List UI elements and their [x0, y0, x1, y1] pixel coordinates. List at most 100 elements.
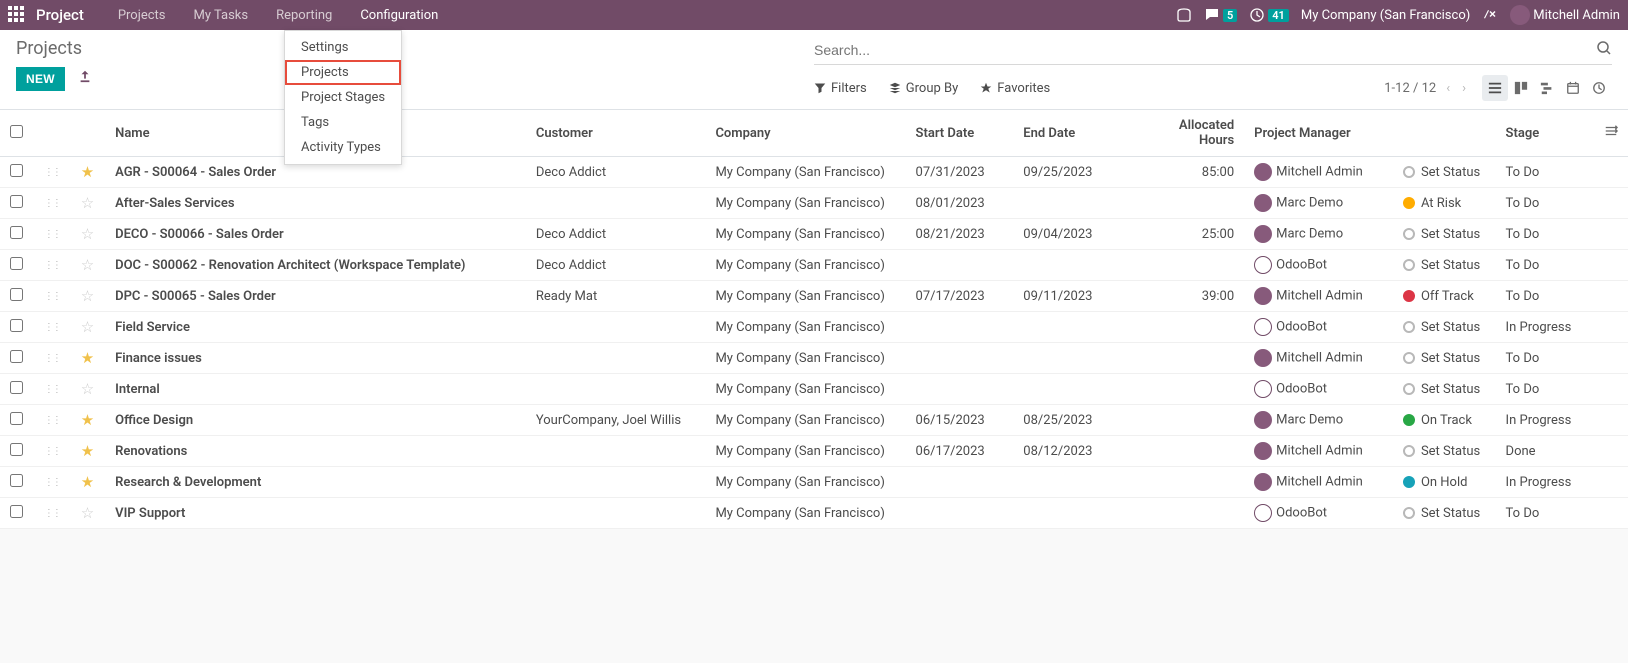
col-pm[interactable]: Project Manager	[1244, 110, 1393, 157]
filters-button[interactable]: Filters	[814, 81, 867, 96]
col-company[interactable]: Company	[705, 110, 905, 157]
row-checkbox[interactable]	[10, 164, 23, 177]
view-gantt-icon[interactable]	[1534, 75, 1560, 101]
cell-end-date[interactable]	[1013, 343, 1146, 374]
cell-end-date[interactable]: 09/04/2023	[1013, 219, 1146, 250]
cell-project-manager[interactable]: Marc Demo	[1244, 219, 1393, 250]
cell-start-date[interactable]	[906, 312, 1014, 343]
table-row[interactable]: ⋮⋮☆Field ServiceMy Company (San Francisc…	[0, 312, 1628, 343]
cell-name[interactable]: Office Design	[105, 405, 526, 436]
cell-customer[interactable]	[526, 188, 706, 219]
cell-start-date[interactable]: 08/01/2023	[906, 188, 1014, 219]
search-input[interactable]	[814, 38, 1596, 62]
cell-company[interactable]: My Company (San Francisco)	[705, 374, 905, 405]
row-checkbox[interactable]	[10, 195, 23, 208]
clock-icon[interactable]: 41	[1249, 7, 1289, 23]
cell-status[interactable]: Set Status	[1393, 374, 1496, 405]
cell-customer[interactable]	[526, 343, 706, 374]
cell-customer[interactable]	[526, 374, 706, 405]
cell-stage[interactable]: To Do	[1496, 281, 1593, 312]
row-checkbox[interactable]	[10, 443, 23, 456]
cell-company[interactable]: My Company (San Francisco)	[705, 467, 905, 498]
cell-stage[interactable]: To Do	[1496, 343, 1593, 374]
cell-status[interactable]: Set Status	[1393, 436, 1496, 467]
cell-stage[interactable]: To Do	[1496, 219, 1593, 250]
cell-start-date[interactable]: 07/17/2023	[906, 281, 1014, 312]
cell-hours[interactable]: 85:00	[1147, 157, 1244, 188]
cell-customer[interactable]	[526, 498, 706, 529]
cell-name[interactable]: Finance issues	[105, 343, 526, 374]
cell-company[interactable]: My Company (San Francisco)	[705, 498, 905, 529]
cell-stage[interactable]: Done	[1496, 436, 1593, 467]
cell-hours[interactable]	[1147, 312, 1244, 343]
apps-icon[interactable]	[8, 6, 26, 24]
table-row[interactable]: ⋮⋮★RenovationsMy Company (San Francisco)…	[0, 436, 1628, 467]
star-toggle[interactable]: ☆	[71, 374, 105, 405]
cell-stage[interactable]: In Progress	[1496, 467, 1593, 498]
dropdown-item-project-stages[interactable]: Project Stages	[285, 85, 401, 110]
star-toggle[interactable]: ★	[71, 467, 105, 498]
cell-end-date[interactable]: 09/11/2023	[1013, 281, 1146, 312]
drag-handle-icon[interactable]: ⋮⋮	[44, 198, 60, 209]
cell-hours[interactable]	[1147, 188, 1244, 219]
view-list-icon[interactable]	[1482, 75, 1508, 101]
cell-project-manager[interactable]: OdooBot	[1244, 374, 1393, 405]
star-toggle[interactable]: ★	[71, 157, 105, 188]
star-toggle[interactable]: ☆	[71, 498, 105, 529]
cell-name[interactable]: Research & Development	[105, 467, 526, 498]
star-toggle[interactable]: ☆	[71, 281, 105, 312]
table-row[interactable]: ⋮⋮☆DOC - S00062 - Renovation Architect (…	[0, 250, 1628, 281]
upload-icon[interactable]	[78, 69, 92, 86]
cell-company[interactable]: My Company (San Francisco)	[705, 250, 905, 281]
cell-project-manager[interactable]: Marc Demo	[1244, 405, 1393, 436]
cell-company[interactable]: My Company (San Francisco)	[705, 343, 905, 374]
cell-end-date[interactable]	[1013, 312, 1146, 343]
star-toggle[interactable]: ★	[71, 405, 105, 436]
table-row[interactable]: ⋮⋮★AGR - S00064 - Sales OrderDeco Addict…	[0, 157, 1628, 188]
table-row[interactable]: ⋮⋮☆InternalMy Company (San Francisco)Odo…	[0, 374, 1628, 405]
cell-start-date[interactable]	[906, 498, 1014, 529]
cell-start-date[interactable]	[906, 250, 1014, 281]
chat-icon[interactable]: 5	[1204, 7, 1237, 23]
star-toggle[interactable]: ★	[71, 436, 105, 467]
row-checkbox[interactable]	[10, 257, 23, 270]
user-menu[interactable]: Mitchell Admin	[1510, 5, 1620, 25]
drag-handle-icon[interactable]: ⋮⋮	[44, 229, 60, 240]
drag-handle-icon[interactable]: ⋮⋮	[44, 353, 60, 364]
cell-hours[interactable]	[1147, 498, 1244, 529]
cell-end-date[interactable]	[1013, 498, 1146, 529]
cell-project-manager[interactable]: Mitchell Admin	[1244, 467, 1393, 498]
cell-project-manager[interactable]: Mitchell Admin	[1244, 281, 1393, 312]
cell-start-date[interactable]: 07/31/2023	[906, 157, 1014, 188]
cell-stage[interactable]: To Do	[1496, 157, 1593, 188]
cell-status[interactable]: On Hold	[1393, 467, 1496, 498]
cell-end-date[interactable]	[1013, 188, 1146, 219]
cell-start-date[interactable]	[906, 467, 1014, 498]
col-hours[interactable]: Allocated Hours	[1147, 110, 1244, 157]
cell-stage[interactable]: In Progress	[1496, 312, 1593, 343]
star-toggle[interactable]: ☆	[71, 188, 105, 219]
optional-columns-icon[interactable]	[1593, 110, 1628, 157]
cell-project-manager[interactable]: Mitchell Admin	[1244, 436, 1393, 467]
dropdown-item-tags[interactable]: Tags	[285, 110, 401, 135]
cell-start-date[interactable]	[906, 374, 1014, 405]
cell-end-date[interactable]	[1013, 374, 1146, 405]
cell-company[interactable]: My Company (San Francisco)	[705, 281, 905, 312]
cell-customer[interactable]	[526, 467, 706, 498]
col-end[interactable]: End Date	[1013, 110, 1146, 157]
table-row[interactable]: ⋮⋮ ★Finance issues My Company (San Francis…	[0, 343, 1628, 374]
cell-name[interactable]: Internal	[105, 374, 526, 405]
cell-end-date[interactable]: 09/25/2023	[1013, 157, 1146, 188]
cell-project-manager[interactable]: Mitchell Admin	[1244, 343, 1393, 374]
cell-company[interactable]: My Company (San Francisco)	[705, 405, 905, 436]
cell-status[interactable]: Set Status	[1393, 343, 1496, 374]
table-row[interactable]: ⋮⋮★Office DesignYourCompany, Joel Willis…	[0, 405, 1628, 436]
star-toggle[interactable]: ☆	[71, 312, 105, 343]
debug-icon[interactable]	[1482, 7, 1498, 23]
cell-status[interactable]: Set Status	[1393, 498, 1496, 529]
row-checkbox[interactable]	[10, 226, 23, 239]
star-toggle[interactable]: ★	[71, 343, 105, 374]
tray-icon[interactable]	[1176, 7, 1192, 23]
cell-hours[interactable]	[1147, 343, 1244, 374]
cell-project-manager[interactable]: OdooBot	[1244, 312, 1393, 343]
